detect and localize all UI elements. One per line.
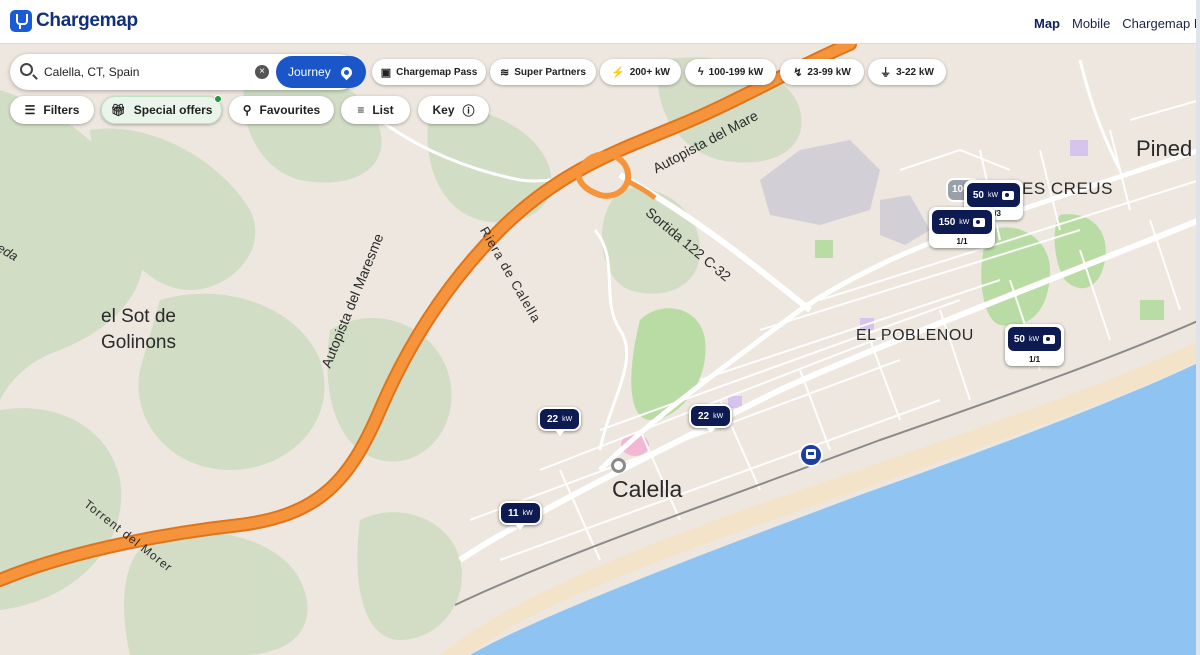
- ultra-bolt-icon: ⚡: [610, 66, 625, 79]
- filters-button[interactable]: ☰ Filters: [10, 96, 94, 124]
- fast-bolt-icon: ϟ: [697, 66, 704, 78]
- station-marker[interactable]: 11 kW: [499, 501, 542, 530]
- chip-label: Super Partners: [514, 66, 586, 78]
- station-unit: kW: [713, 412, 724, 420]
- chip-100-199-kw[interactable]: ϟ 100-199 kW: [685, 59, 776, 85]
- list-button[interactable]: ≡ List: [341, 96, 410, 124]
- plug-logo-icon: [10, 10, 32, 32]
- town-label-pineda: Pined: [1136, 136, 1193, 161]
- chip-label: Chargemap Pass: [396, 66, 478, 78]
- partners-icon: ≋: [500, 66, 510, 79]
- brand-name: Chargemap: [36, 10, 138, 31]
- chip-label: 200+ kW: [629, 66, 670, 78]
- district-label-creus: ES CREUS: [1022, 179, 1113, 198]
- station-card[interactable]: 150 kW 1/1: [929, 207, 995, 248]
- favourites-label: Favourites: [259, 103, 321, 117]
- station-power: 50: [972, 189, 984, 201]
- search-bar: × Journey: [10, 54, 366, 90]
- pin-icon: ⚲: [242, 103, 252, 117]
- station-unit: kW: [562, 415, 573, 423]
- journey-button[interactable]: Journey: [276, 56, 366, 88]
- search-icon: [20, 63, 33, 76]
- chip-23-99-kw[interactable]: ↯ 23-99 kW: [780, 59, 864, 85]
- town-label-calella: Calella: [612, 476, 683, 502]
- area-label-sot: el Sot de: [101, 306, 176, 327]
- train-station-icon[interactable]: [799, 443, 823, 467]
- favourites-button[interactable]: ⚲ Favourites: [229, 96, 334, 124]
- list-icon: ≡: [357, 103, 365, 117]
- station-marker[interactable]: 22 kW: [689, 404, 733, 433]
- clear-search-button[interactable]: ×: [255, 65, 269, 79]
- card-icon: ▣: [380, 66, 392, 79]
- station-power: 11: [508, 507, 519, 519]
- chip-super-partners[interactable]: ≋ Super Partners: [490, 59, 596, 85]
- special-offers-label: Special offers: [133, 103, 213, 117]
- special-offers-button[interactable]: 🎁︎ Special offers: [101, 95, 222, 124]
- station-power: 22: [698, 410, 710, 422]
- scrollbar[interactable]: [1196, 0, 1200, 655]
- location-pin-icon: [338, 64, 354, 80]
- chip-3-22-kw[interactable]: ⏚ 3-22 kW: [868, 59, 946, 85]
- station-power: 50: [1013, 333, 1025, 345]
- district-label-poblenou: EL POBLENOU: [856, 327, 974, 344]
- key-button[interactable]: Key ⓘ: [418, 96, 489, 124]
- plug-icon: ⏚: [880, 67, 892, 79]
- top-nav: Map Mobile Chargemap Pa: [1034, 16, 1200, 31]
- chip-chargemap-pass[interactable]: ▣ Chargemap Pass: [372, 59, 486, 85]
- search-input[interactable]: [44, 62, 244, 82]
- journey-label: Journey: [288, 65, 331, 79]
- filters-label: Filters: [43, 103, 80, 117]
- searched-location-marker[interactable]: [611, 458, 626, 473]
- station-unit: kW: [988, 191, 999, 199]
- station-availability: 1/1: [956, 237, 968, 246]
- station-unit: kW: [959, 218, 970, 226]
- new-offers-badge: [214, 95, 222, 103]
- gift-icon: 🎁︎: [110, 103, 126, 117]
- photo-icon: [1043, 334, 1056, 344]
- chargemap-logo[interactable]: Chargemap: [10, 10, 138, 32]
- nav-mobile[interactable]: Mobile: [1072, 16, 1110, 31]
- station-unit: kW: [1029, 335, 1040, 343]
- station-card[interactable]: 50 kW 1/1: [1005, 324, 1064, 366]
- nav-chargemap-pass[interactable]: Chargemap Pa: [1122, 16, 1200, 31]
- area-label-golinons: Golinons: [101, 332, 176, 353]
- list-label: List: [372, 103, 394, 117]
- info-icon: ⓘ: [462, 103, 475, 118]
- photo-icon: [1002, 190, 1015, 200]
- chip-label: 100-199 kW: [708, 66, 764, 78]
- chip-label: 3-22 kW: [896, 66, 934, 78]
- nav-map[interactable]: Map: [1034, 16, 1060, 31]
- bolt-icon: ↯: [793, 66, 803, 79]
- station-unit: kW: [522, 509, 533, 517]
- station-power: 150: [938, 216, 956, 228]
- sliders-icon: ☰: [24, 103, 36, 117]
- chip-200plus-kw[interactable]: ⚡ 200+ kW: [600, 59, 681, 85]
- station-marker[interactable]: 22 kW: [538, 407, 582, 436]
- key-label: Key: [432, 103, 455, 117]
- station-availability: 1/1: [1028, 355, 1041, 364]
- station-power: 22: [547, 413, 559, 425]
- chip-label: 23-99 kW: [807, 66, 851, 78]
- top-bar: Chargemap Map Mobile Chargemap Pa: [0, 0, 1200, 44]
- photo-icon: [973, 217, 986, 227]
